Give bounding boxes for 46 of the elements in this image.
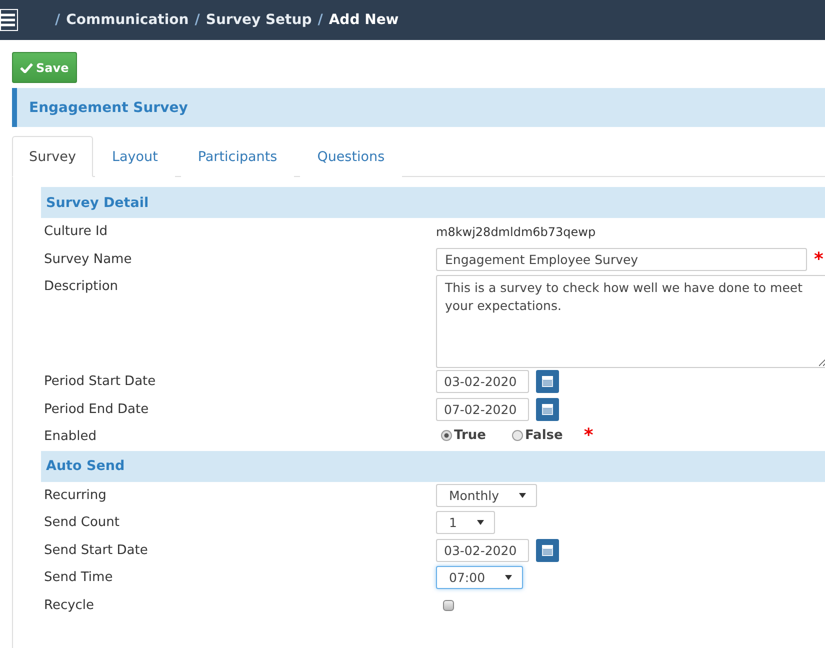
field-label: Recurring [43, 486, 108, 502]
caret-icon [505, 575, 512, 580]
breadcrumb-link[interactable]: Add New [328, 12, 399, 28]
dropdown[interactable]: 07:00 [436, 566, 524, 589]
checkmark-icon [20, 62, 33, 73]
culture-id-value: m8kwj28dmldm6b73qewp [436, 224, 597, 239]
field-label: Period End Date [43, 400, 150, 416]
breadcrumb-separator: / [194, 12, 200, 28]
field-label: Description [43, 278, 120, 294]
field-label: Period Start Date [43, 373, 157, 389]
breadcrumb-separator: / [318, 12, 323, 28]
caret-icon [519, 492, 526, 498]
section-header: Auto Send [41, 450, 825, 482]
calendar-button[interactable] [536, 370, 559, 393]
radio-option[interactable]: True [441, 428, 486, 443]
caret-icon [476, 520, 484, 525]
calendar-button[interactable] [536, 538, 559, 562]
menu-icon[interactable] [0, 9, 19, 31]
text-input[interactable]: Engagement Employee Survey [436, 248, 807, 270]
description-textarea[interactable]: This is a survey to check how well we have done to meet your expectations. [436, 275, 825, 368]
dropdown[interactable]: Monthly [436, 484, 538, 506]
calendar-button[interactable] [536, 398, 559, 420]
radio-option[interactable]: False [512, 428, 563, 443]
page-title: Engagement Survey [12, 88, 825, 127]
calendar-icon [541, 375, 554, 388]
field-label: Culture Id [43, 223, 109, 239]
section-header: Survey Detail [41, 187, 825, 218]
field-label: Survey Name [43, 250, 133, 266]
field-label: Send Start Date [43, 542, 149, 558]
field-label: Enabled [43, 428, 98, 444]
required-mark: * [814, 248, 824, 270]
breadcrumb-link[interactable]: Survey Setup [206, 12, 312, 28]
date-input[interactable]: 03-02-2020 [436, 538, 529, 562]
tab[interactable]: Survey [12, 136, 93, 177]
breadcrumb-link[interactable]: Communication [66, 12, 189, 28]
field-label: Send Time [43, 569, 114, 585]
required-mark: * [584, 425, 594, 446]
date-input[interactable]: 07-02-2020 [436, 398, 529, 420]
dropdown[interactable]: 1 [436, 511, 495, 534]
field-label: Recycle [43, 596, 96, 612]
date-input[interactable]: 03-02-2020 [436, 370, 529, 393]
calendar-icon [541, 402, 554, 416]
calendar-icon [541, 544, 554, 556]
breadcrumb-separator: / [55, 12, 60, 28]
checkbox[interactable] [443, 600, 454, 610]
field-label: Send Count [43, 514, 120, 530]
